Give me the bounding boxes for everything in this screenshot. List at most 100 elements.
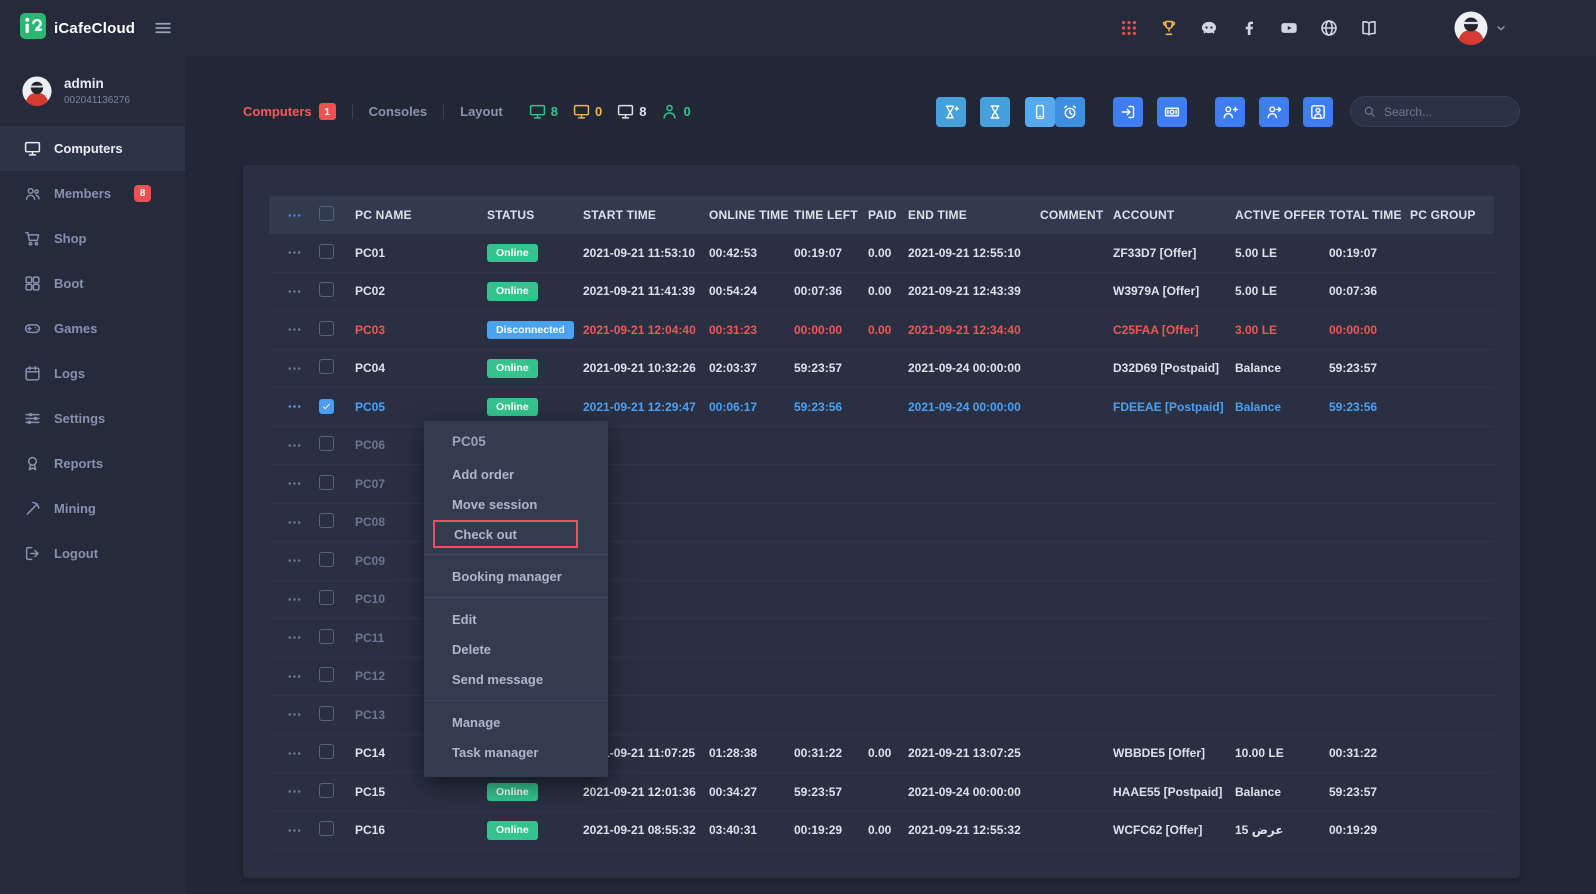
row-menu-button[interactable] [269, 669, 319, 684]
column-header-end-time[interactable]: END TIME [908, 208, 1040, 222]
action-button-user-box[interactable] [1303, 97, 1333, 127]
sidebar-item-reports[interactable]: Reports [0, 441, 185, 486]
sidebar-item-members[interactable]: Members8 [0, 171, 185, 216]
sidebar-item-computers[interactable]: Computers [0, 126, 185, 171]
action-button-sign-out[interactable] [1113, 97, 1143, 127]
row-checkbox[interactable] [319, 513, 355, 531]
total-time: 00:07:36 [1329, 284, 1410, 298]
row-menu-button[interactable] [269, 399, 319, 414]
row-menu-button[interactable] [269, 746, 319, 761]
row-menu-button[interactable] [269, 476, 319, 491]
row-checkbox[interactable] [319, 399, 355, 415]
row-checkbox[interactable] [319, 629, 355, 647]
book-icon[interactable] [1360, 19, 1378, 37]
trophy-icon[interactable] [1160, 19, 1178, 37]
column-header-pc-name[interactable]: PC NAME [355, 208, 487, 222]
table-row-pc03[interactable]: PC03Disconnected2021-09-21 12:04:4000:31… [269, 311, 1494, 350]
bulk-menu-button[interactable] [269, 208, 319, 223]
discord-icon[interactable] [1200, 19, 1218, 37]
table-row-pc01[interactable]: PC01Online2021-09-21 11:53:1000:42:5300:… [269, 234, 1494, 273]
row-checkbox[interactable] [319, 436, 355, 454]
table-row-pc15[interactable]: PC15Online2021-09-21 12:01:3600:34:2759:… [269, 773, 1494, 812]
column-header-start-time[interactable]: START TIME [583, 208, 709, 222]
row-checkbox[interactable] [319, 282, 355, 300]
table-row-pc04[interactable]: PC04Online2021-09-21 10:32:2602:03:3759:… [269, 350, 1494, 389]
row-menu-button[interactable] [269, 322, 319, 337]
select-all-checkbox[interactable] [319, 206, 355, 224]
row-menu-button[interactable] [269, 784, 319, 799]
context-menu-item-booking-manager[interactable]: Booking manager [424, 561, 608, 591]
context-menu-item-move-session[interactable]: Move session [424, 489, 608, 519]
facebook-icon[interactable] [1240, 19, 1258, 37]
row-checkbox[interactable] [319, 821, 355, 839]
sidebar-item-boot[interactable]: Boot [0, 261, 185, 306]
table-row-pc16[interactable]: PC16Online2021-09-21 08:55:3203:40:3100:… [269, 812, 1494, 851]
sidebar-item-games[interactable]: Games [0, 306, 185, 351]
row-menu-button[interactable] [269, 630, 319, 645]
column-header-status[interactable]: STATUS [487, 208, 583, 222]
online-time: 03:40:31 [709, 823, 794, 837]
sidebar-profile[interactable]: admin 002041136276 [0, 70, 185, 126]
action-button-hourglass-user[interactable] [936, 97, 966, 127]
sidebar-item-label: Settings [54, 411, 105, 426]
column-header-total-time[interactable]: TOTAL TIME [1329, 208, 1410, 222]
tab-layout[interactable]: Layout [460, 104, 503, 119]
action-button-phone[interactable] [1025, 97, 1055, 127]
search-input[interactable] [1384, 105, 1507, 119]
column-header-paid[interactable]: PAID [868, 208, 908, 222]
tab-separator [352, 104, 353, 119]
row-checkbox[interactable] [319, 667, 355, 685]
search-box[interactable] [1350, 96, 1520, 127]
column-header-active-offer[interactable]: ACTIVE OFFER [1235, 208, 1329, 222]
table-row-pc02[interactable]: PC02Online2021-09-21 11:41:3900:54:2400:… [269, 273, 1494, 312]
row-checkbox[interactable] [319, 244, 355, 262]
row-menu-button[interactable] [269, 823, 319, 838]
sidebar-item-logout[interactable]: Logout [0, 531, 185, 576]
column-header-comment[interactable]: COMMENT [1040, 208, 1113, 222]
tab-computers[interactable]: Computers1 [243, 103, 336, 120]
row-checkbox[interactable] [319, 475, 355, 493]
context-menu-item-delete[interactable]: Delete [424, 634, 608, 664]
row-checkbox[interactable] [319, 706, 355, 724]
youtube-icon[interactable] [1280, 19, 1298, 37]
row-checkbox[interactable] [319, 359, 355, 377]
row-menu-button[interactable] [269, 707, 319, 722]
row-checkbox[interactable] [319, 590, 355, 608]
tab-consoles[interactable]: Consoles [369, 104, 428, 119]
context-menu-item-edit[interactable]: Edit [424, 604, 608, 634]
globe-icon[interactable] [1320, 19, 1338, 37]
row-menu-button[interactable] [269, 284, 319, 299]
context-menu-item-send-message[interactable]: Send message [424, 664, 608, 694]
row-menu-button[interactable] [269, 515, 319, 530]
menu-toggle-button[interactable] [153, 18, 173, 38]
context-menu-item-manage[interactable]: Manage [424, 707, 608, 737]
column-header-pc-group[interactable]: PC GROUP [1410, 208, 1494, 222]
row-menu-button[interactable] [269, 438, 319, 453]
row-checkbox[interactable] [319, 744, 355, 762]
action-button-hourglass[interactable] [980, 97, 1010, 127]
column-header-account[interactable]: ACCOUNT [1113, 208, 1235, 222]
context-menu-item-add-order[interactable]: Add order [424, 459, 608, 489]
context-menu-item-check-out[interactable]: Check out [433, 520, 578, 548]
context-menu-item-task-manager[interactable]: Task manager [424, 737, 608, 767]
action-button-user-plus[interactable] [1215, 97, 1245, 127]
action-button-user-arrow[interactable] [1259, 97, 1289, 127]
row-checkbox[interactable] [319, 552, 355, 570]
row-menu-button[interactable] [269, 592, 319, 607]
column-header-online-time[interactable]: ONLINE TIME [709, 208, 794, 222]
action-button-cash[interactable] [1157, 97, 1187, 127]
row-menu-button[interactable] [269, 361, 319, 376]
column-header-time-left[interactable]: TIME LEFT [794, 208, 868, 222]
action-button-alarm[interactable] [1055, 97, 1085, 127]
user-menu[interactable] [1454, 11, 1508, 45]
row-menu-button[interactable] [269, 245, 319, 260]
sidebar-item-mining[interactable]: Mining [0, 486, 185, 531]
row-checkbox[interactable] [319, 783, 355, 801]
sidebar-item-settings[interactable]: Settings [0, 396, 185, 441]
sidebar-item-logs[interactable]: Logs [0, 351, 185, 396]
sidebar-item-shop[interactable]: Shop [0, 216, 185, 261]
row-menu-button[interactable] [269, 553, 319, 568]
apps-grid-icon[interactable] [1120, 19, 1138, 37]
row-checkbox[interactable] [319, 321, 355, 339]
brand[interactable]: iCafeCloud [0, 0, 185, 56]
